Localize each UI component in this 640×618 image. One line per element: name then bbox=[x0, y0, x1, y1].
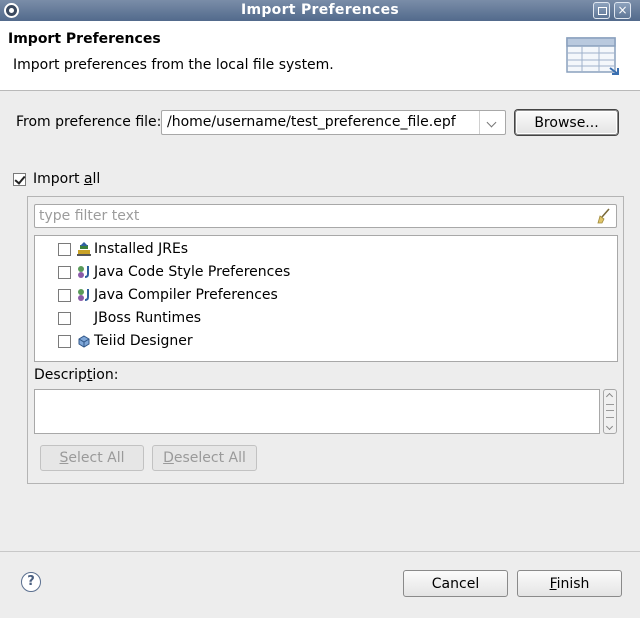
finish-button[interactable]: Finish bbox=[517, 570, 622, 597]
help-icon[interactable]: ? bbox=[21, 572, 41, 592]
tree-item-checkbox[interactable] bbox=[58, 243, 71, 256]
scroll-down-icon[interactable] bbox=[605, 422, 614, 431]
tree-item[interactable]: Java Code Style Preferences bbox=[35, 261, 615, 281]
maximize-icon[interactable] bbox=[593, 2, 610, 19]
tree-item[interactable]: JBoss Runtimes bbox=[35, 307, 615, 327]
filter-input[interactable]: type filter text bbox=[34, 204, 617, 228]
filter-placeholder: type filter text bbox=[39, 208, 140, 224]
window-titlebar[interactable]: Import Preferences × bbox=[0, 0, 640, 21]
import-all-checkbox[interactable] bbox=[13, 173, 26, 186]
select-all-button[interactable]: Select All bbox=[40, 445, 144, 471]
scroll-grip-icon[interactable] bbox=[606, 404, 614, 418]
import-banner-icon bbox=[566, 37, 619, 75]
chevron-down-icon[interactable] bbox=[479, 111, 505, 134]
preference-file-combo[interactable]: /home/username/test_preference_file.epf bbox=[161, 110, 506, 135]
page-message: Import preferences from the local file s… bbox=[13, 57, 334, 73]
description-label: Description: bbox=[34, 367, 119, 383]
close-icon[interactable]: × bbox=[614, 2, 631, 19]
tree-item-checkbox[interactable] bbox=[58, 312, 71, 325]
file-label: From preference file: bbox=[16, 114, 162, 130]
dialog-header: Import Preferences Import preferences fr… bbox=[0, 21, 640, 91]
cancel-button[interactable]: Cancel bbox=[403, 570, 508, 597]
tree-item-label: Java Compiler Preferences bbox=[94, 287, 278, 303]
tree-item-label: Java Code Style Preferences bbox=[94, 264, 291, 280]
clear-filter-icon[interactable] bbox=[597, 208, 612, 224]
page-title: Import Preferences bbox=[8, 31, 161, 47]
description-scrollbar[interactable] bbox=[603, 389, 617, 434]
window-title: Import Preferences bbox=[240, 2, 400, 18]
jre-icon bbox=[77, 242, 91, 256]
teiid-icon bbox=[78, 335, 90, 348]
tree-item-label: Installed JREs bbox=[94, 241, 189, 257]
tree-item[interactable]: Installed JREs bbox=[35, 238, 615, 258]
java-prefs-icon bbox=[78, 289, 89, 301]
import-all-label: Import all bbox=[33, 171, 101, 187]
description-area[interactable] bbox=[34, 389, 600, 434]
preference-file-value: /home/username/test_preference_file.epf bbox=[167, 114, 456, 130]
tree-item-label: JBoss Runtimes bbox=[94, 310, 202, 326]
browse-button[interactable]: Browse... bbox=[515, 110, 618, 135]
footer-separator bbox=[0, 551, 640, 552]
java-prefs-icon bbox=[78, 266, 89, 278]
tree-item-checkbox[interactable] bbox=[58, 266, 71, 279]
deselect-all-button[interactable]: Deselect All bbox=[152, 445, 257, 471]
preferences-tree[interactable]: Installed JREs Java Code Style Preferenc… bbox=[34, 235, 618, 362]
tree-item-checkbox[interactable] bbox=[58, 289, 71, 302]
scroll-up-icon[interactable] bbox=[605, 392, 614, 401]
tree-item-label: Teiid Designer bbox=[94, 333, 193, 349]
tree-item[interactable]: Teiid Designer bbox=[35, 330, 615, 350]
tree-item-checkbox[interactable] bbox=[58, 335, 71, 348]
tree-item[interactable]: Java Compiler Preferences bbox=[35, 284, 615, 304]
